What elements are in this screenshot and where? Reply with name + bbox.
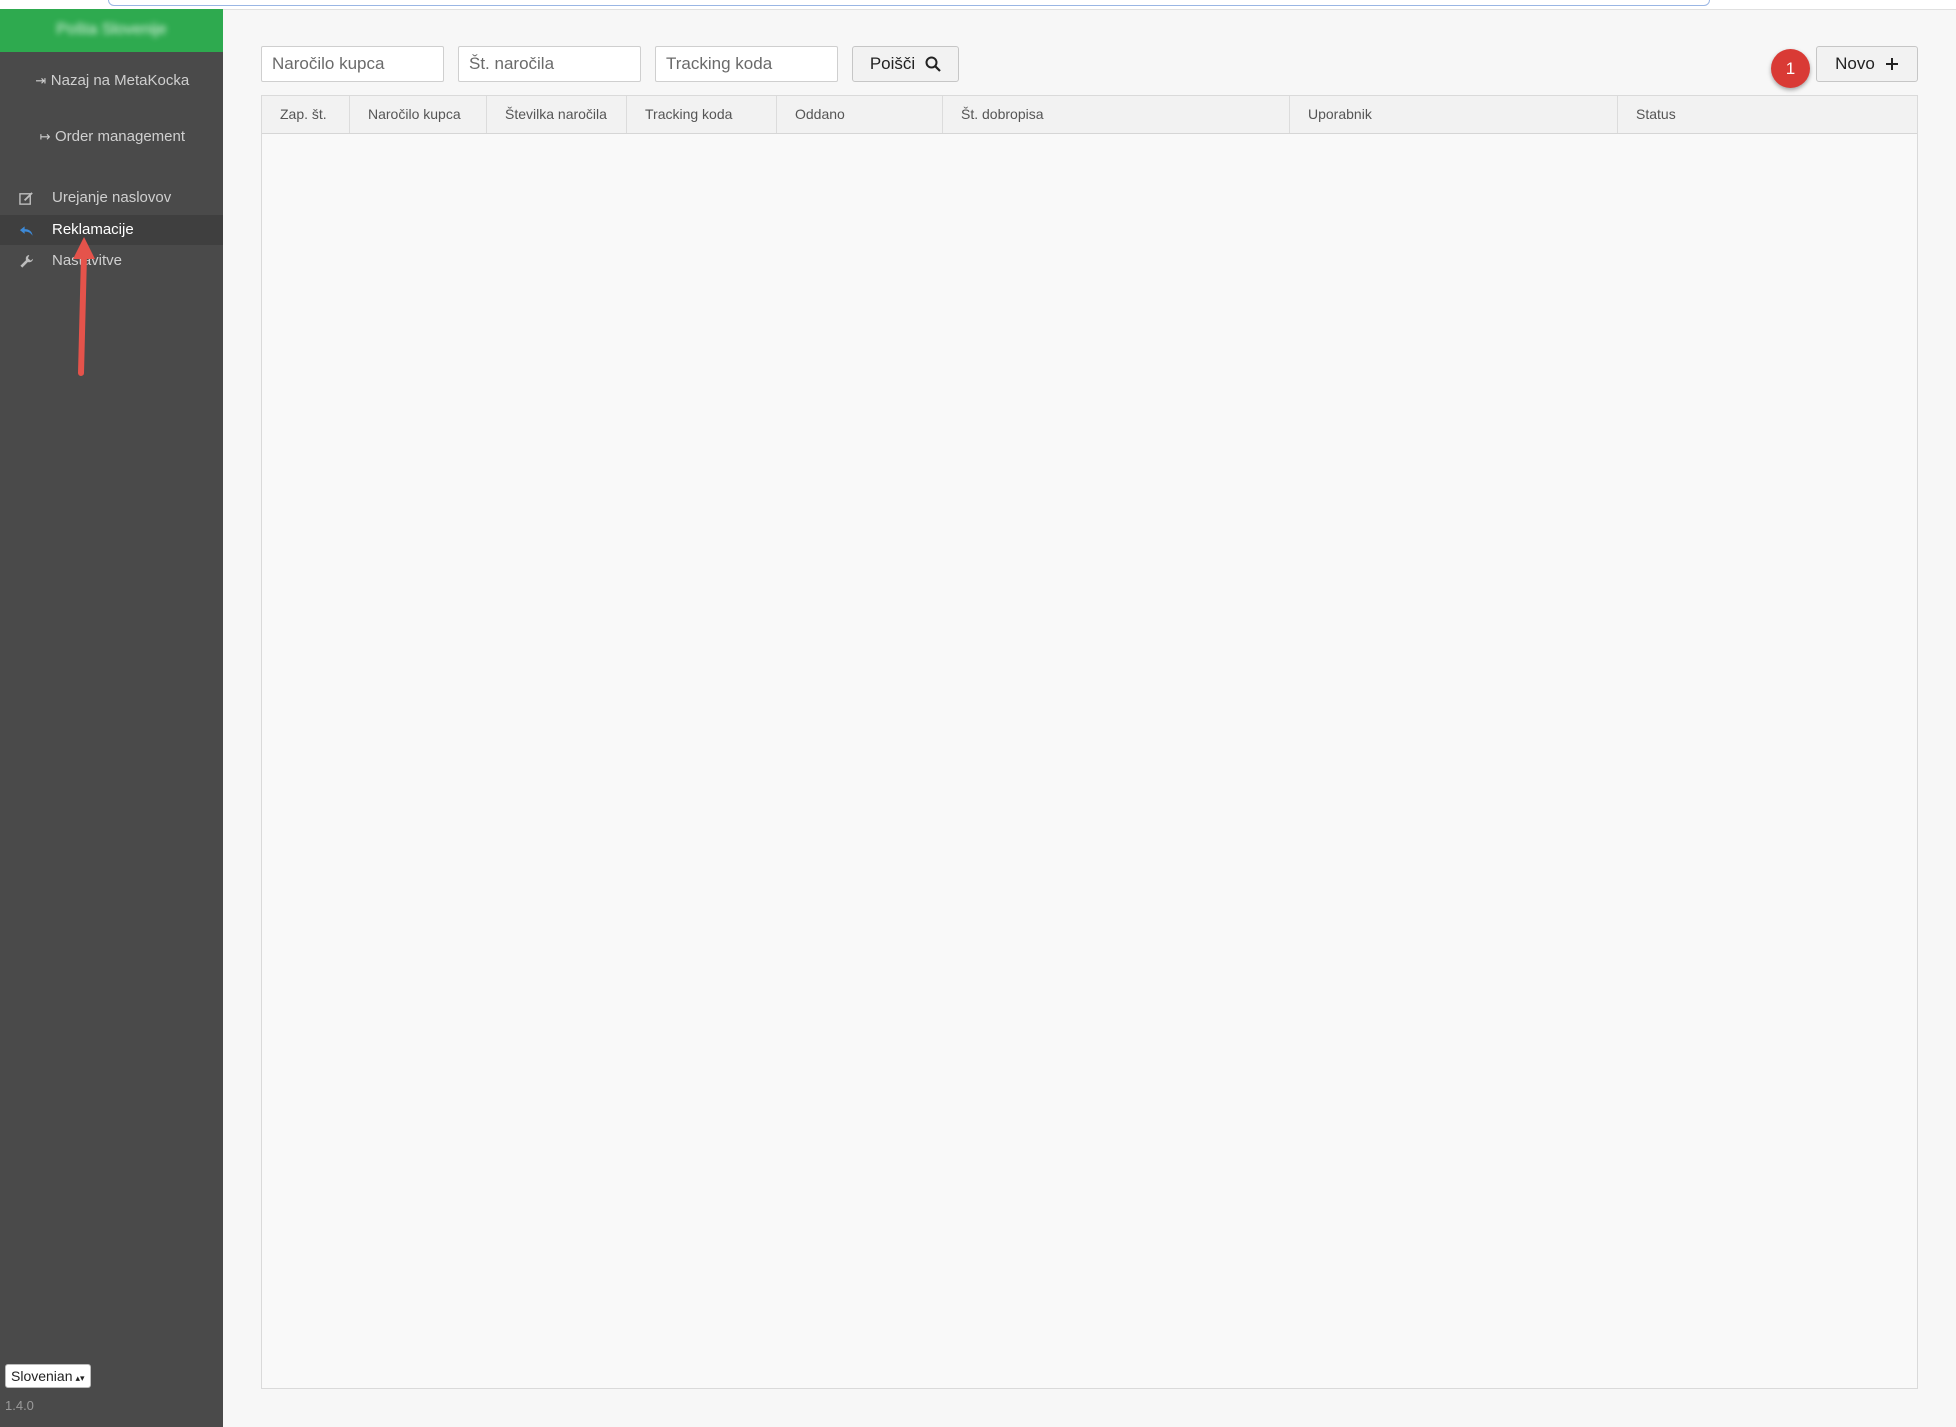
annotation-arrow — [73, 237, 95, 376]
column-header-narocilo-kupca[interactable]: Naročilo kupca — [350, 96, 487, 133]
tracking-code-input[interactable] — [655, 46, 838, 82]
column-header-tracking-koda[interactable]: Tracking koda — [627, 96, 777, 133]
back-link-label: Nazaj na MetaKocka — [50, 72, 190, 89]
sign-in-icon: ↦ — [39, 129, 51, 144]
sidebar-item-nastavitve[interactable]: Nastavitve — [0, 246, 223, 276]
column-header-zap-st[interactable]: Zap. št. — [262, 96, 350, 133]
brand-title: Pošta Slovenije — [56, 21, 167, 38]
order-management-link[interactable]: ↦ Order management — [0, 128, 223, 145]
plus-icon — [1885, 57, 1899, 71]
new-button-label: Novo — [1835, 54, 1875, 73]
brand-header: Pošta Slovenije — [0, 9, 223, 52]
browser-top-edge — [0, 0, 1956, 10]
address-bar[interactable] — [108, 0, 1710, 6]
language-value: Slovenian — [11, 1368, 73, 1384]
sidebar-item-urejanje-naslovov[interactable]: Urejanje naslovov — [0, 183, 223, 213]
sidebar-item-reklamacije[interactable]: Reklamacije — [0, 215, 223, 245]
search-icon — [925, 56, 941, 72]
column-header-uporabnik[interactable]: Uporabnik — [1290, 96, 1618, 133]
column-header-st-dobropisa[interactable]: Št. dobropisa — [943, 96, 1290, 133]
language-select[interactable]: Slovenian ▴▾ — [5, 1364, 91, 1388]
complaints-table: Zap. št. Naročilo kupca Številka naročil… — [261, 95, 1918, 1389]
search-button-label: Poišči — [869, 54, 916, 73]
app-version: 1.4.0 — [5, 1398, 34, 1413]
table-header: Zap. št. Naročilo kupca Številka naročil… — [262, 96, 1917, 134]
back-to-metakocka-link[interactable]: ⇥ Nazaj na MetaKocka — [0, 72, 223, 89]
annotation-badge: 1 — [1771, 49, 1810, 88]
sign-out-icon: ⇥ — [35, 73, 47, 88]
column-header-stevilka-narocila[interactable]: Številka naročila — [487, 96, 627, 133]
edit-icon — [17, 183, 35, 216]
sidebar-item-label: Urejanje naslovov — [52, 189, 172, 206]
sidebar: Pošta Slovenije ⇥ Nazaj na MetaKocka ↦ Ord… — [0, 9, 223, 1427]
new-button[interactable]: Novo — [1816, 46, 1918, 82]
order-number-input[interactable] — [458, 46, 641, 82]
reply-icon — [17, 215, 35, 247]
select-arrows-icon: ▴▾ — [75, 1373, 85, 1383]
column-header-oddano[interactable]: Oddano — [777, 96, 943, 133]
wrench-icon — [17, 246, 35, 279]
search-button[interactable]: Poišči — [852, 46, 959, 82]
customer-order-input[interactable] — [261, 46, 444, 82]
order-link-label: Order management — [54, 128, 186, 145]
column-header-status[interactable]: Status — [1618, 96, 1917, 133]
